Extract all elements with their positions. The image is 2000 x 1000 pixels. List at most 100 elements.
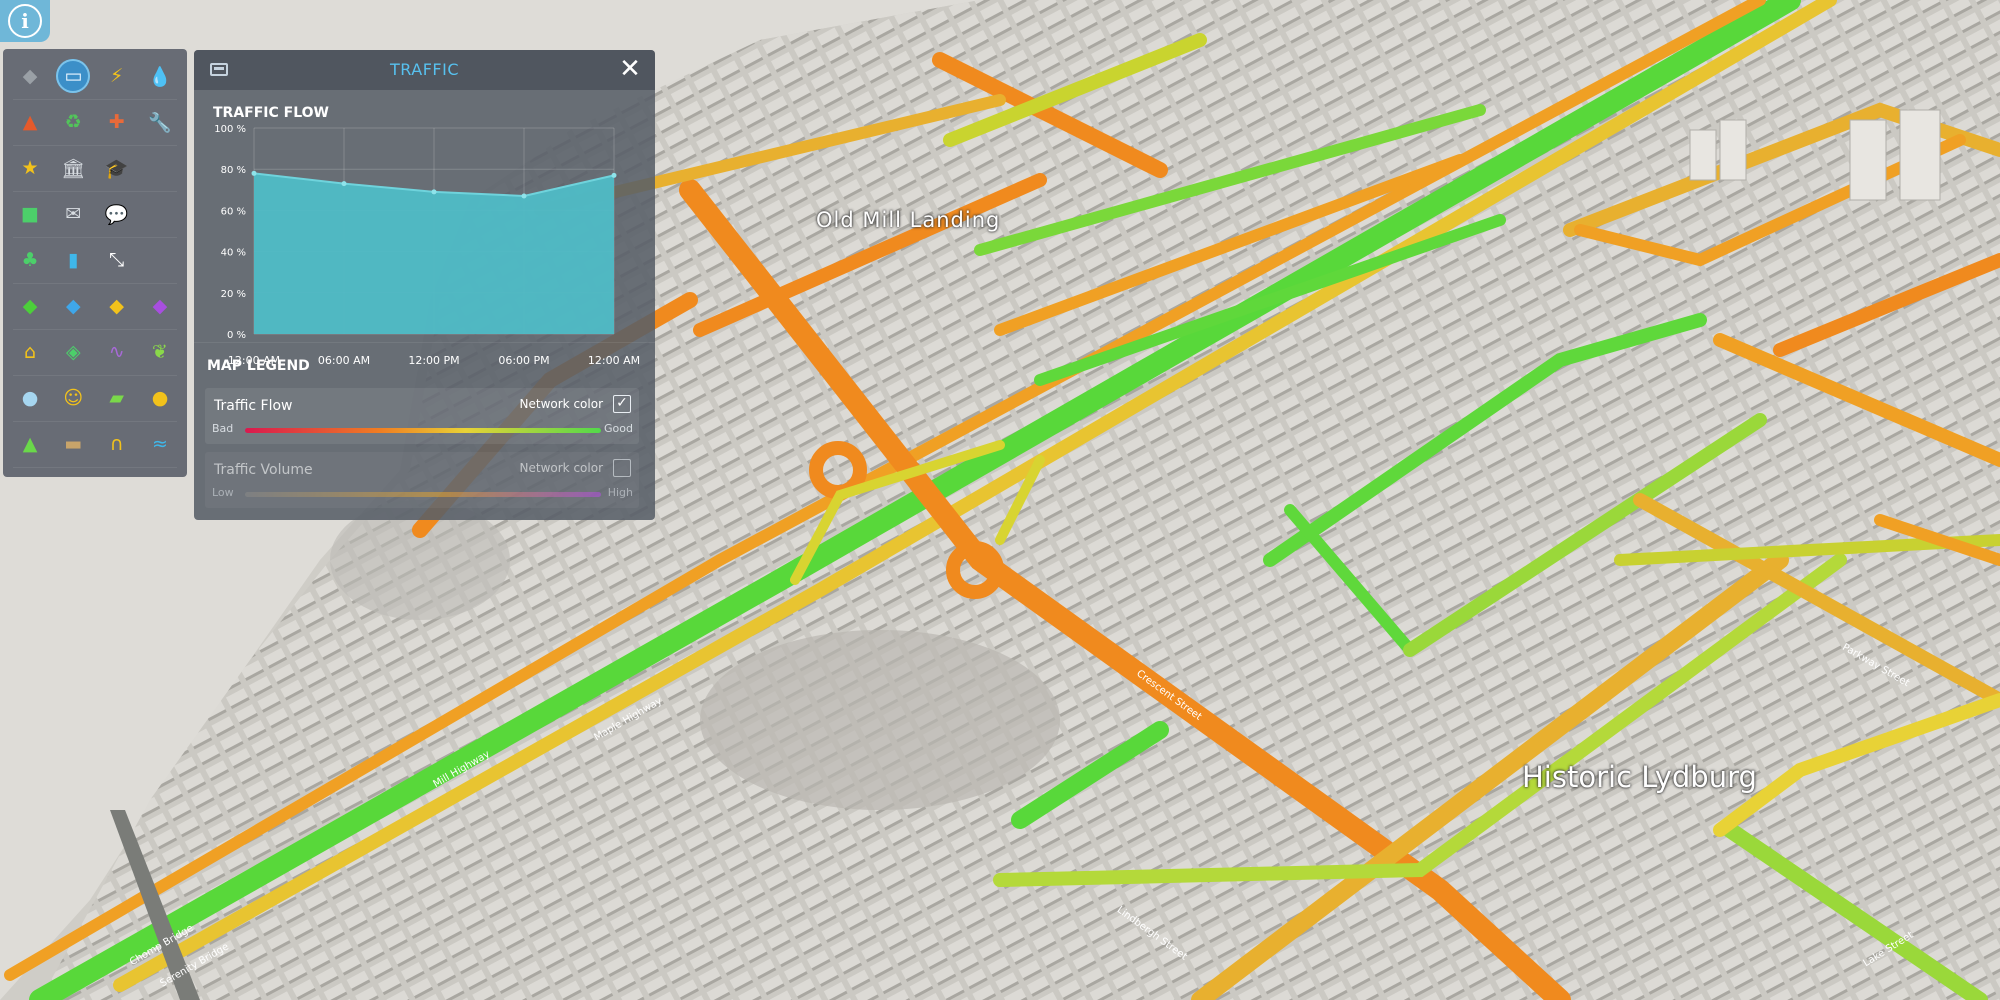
gradient-high-label: High: [607, 486, 633, 499]
district-label-old-mill-landing: Old Mill Landing: [816, 208, 1001, 232]
traffic-panel: TRAFFIC ✕ TRAFFIC FLOW 0 % 20 % 40 % 60 % 80…: [194, 50, 655, 520]
museum-button[interactable]: 🏛: [56, 151, 90, 185]
y-tick-label: 40 %: [221, 248, 246, 259]
nature-button[interactable]: ❦: [143, 335, 177, 369]
recycle-icon: ♻: [64, 111, 82, 133]
y-tick-label: 80 %: [221, 165, 246, 176]
road-icon: ◆: [22, 65, 38, 87]
gradient-low-label: Low: [212, 486, 234, 499]
traffic-icon: ▭: [64, 65, 83, 87]
police-button[interactable]: ★: [13, 151, 47, 185]
office-zone-button[interactable]: ◆: [100, 289, 134, 323]
gradient-low-label: Bad: [212, 422, 234, 435]
fire-button[interactable]: ▲: [13, 105, 47, 139]
commercial-zone-button[interactable]: ◆: [56, 289, 90, 323]
map-legend-title: MAP LEGEND: [207, 358, 310, 374]
network-color-checkbox-traffic-volume[interactable]: [613, 459, 631, 477]
commercial-zone-icon: ◆: [66, 295, 81, 317]
traffic-flow-gradient: [245, 428, 601, 433]
terrain-icon: ▲: [22, 433, 38, 455]
x-tick-label: 06:00 AM: [318, 354, 370, 367]
bus-button[interactable]: ■: [13, 197, 47, 231]
worker-button[interactable]: ●: [143, 381, 177, 415]
gradient-high-label: Good: [604, 422, 633, 435]
data-point: [341, 181, 347, 187]
chat-icon: 💬: [104, 203, 129, 226]
x-tick-label: 06:00 PM: [498, 354, 549, 367]
education-button[interactable]: 🎓: [100, 151, 134, 185]
citizen-icon: ●: [21, 387, 39, 409]
y-tick-label: 20 %: [221, 289, 246, 300]
data-point: [431, 189, 437, 195]
industrial-zone-icon: ◆: [152, 295, 168, 317]
transfer-icon: ⤡: [109, 249, 125, 271]
toolbar-row: ▲ ▬ ∩ ≈: [13, 421, 177, 468]
electricity-button[interactable]: ⚡: [100, 59, 134, 93]
toolbar-row: ★ 🏛 🎓: [13, 145, 177, 192]
residential-zone-icon: ◆: [22, 295, 38, 317]
toolbar-row: ◆ ▭ ⚡ 💧: [13, 53, 177, 100]
bus-icon: ■: [21, 203, 39, 225]
money-button[interactable]: ▰: [100, 381, 134, 415]
water-button[interactable]: 💧: [143, 59, 177, 93]
education-icon: 🎓: [104, 157, 129, 180]
toolbar-row: ◆ ◆ ◆ ◆: [13, 283, 177, 330]
residential-zone-button[interactable]: ◆: [13, 289, 47, 323]
pollution-button[interactable]: ∿: [100, 335, 134, 369]
toolbar-row: ♣ ▮ ⤡: [13, 237, 177, 284]
legend-label: Traffic Flow: [214, 398, 293, 414]
data-point: [251, 170, 257, 176]
wrench-icon: 🔧: [148, 111, 172, 134]
terrain-button[interactable]: ▲: [13, 427, 47, 461]
groundwater-button[interactable]: ≈: [143, 427, 177, 461]
toolbar-row: ▲ ♻ ✚ 🔧: [13, 99, 177, 146]
road-button[interactable]: ◆: [13, 59, 47, 93]
recycle-button[interactable]: ♻: [56, 105, 90, 139]
industrial-zone-button[interactable]: ◆: [143, 289, 177, 323]
happiness-icon: ☺: [63, 387, 84, 409]
traffic-button[interactable]: ▭: [56, 59, 91, 93]
legend-label: Traffic Volume: [214, 462, 313, 478]
mail-button[interactable]: ✉: [56, 197, 90, 231]
house-button[interactable]: ⌂: [13, 335, 47, 369]
panel-header[interactable]: TRAFFIC ✕: [194, 50, 655, 90]
house-icon: ⌂: [23, 341, 37, 363]
toolbar-row: ■ ✉ 💬: [13, 191, 177, 238]
toolbar-row: ● ☺ ▰ ●: [13, 375, 177, 422]
y-tick-label: 0 %: [227, 330, 246, 341]
traffic-flow-area: [254, 173, 614, 334]
health-button[interactable]: ✚: [100, 105, 134, 139]
police-icon: ★: [21, 157, 39, 179]
noise-button[interactable]: ∩: [100, 427, 134, 461]
transfer-button[interactable]: ⤡: [100, 243, 134, 277]
close-icon: ✕: [619, 54, 641, 84]
infoview-toolbar: ◆ ▭ ⚡ 💧 ▲ ♻ ✚ 🔧 ★ 🏛 🎓 ■ ✉ 💬 ♣ ▮ ⤡ ◆ ◆ ◆ ◆ ⌂ ◈ ∿ ❦ ● ☺ ▰ ● ▲ ▬ ∩ ≈: [3, 49, 187, 477]
district-label-historic-lydburg: Historic Lydburg: [1522, 760, 1757, 794]
soil-icon: ▬: [64, 433, 83, 455]
legend-row-traffic-flow: Traffic Flow Network color ✓ Bad Good: [205, 388, 639, 444]
money-icon: ▰: [109, 387, 124, 409]
office-zone-icon: ◆: [109, 295, 124, 317]
toolbar-row: ⌂ ◈ ∿ ❦: [13, 329, 177, 376]
noise-icon: ∩: [109, 433, 124, 455]
chat-button[interactable]: 💬: [100, 197, 134, 231]
electricity-icon: ⚡: [109, 65, 124, 87]
x-tick-label: 12:00 PM: [408, 354, 459, 367]
soil-button[interactable]: ▬: [56, 427, 90, 461]
wrench-button[interactable]: 🔧: [143, 105, 177, 139]
close-button[interactable]: ✕: [617, 56, 643, 82]
health-icon: ✚: [108, 111, 125, 133]
info-icon: i: [8, 4, 42, 38]
network-color-checkbox-traffic-flow[interactable]: ✓: [613, 395, 631, 413]
mail-icon: ✉: [65, 203, 82, 225]
x-tick-label: 12:00 AM: [588, 354, 640, 367]
happiness-button[interactable]: ☺: [56, 381, 90, 415]
land-value-button[interactable]: ◈: [56, 335, 90, 369]
park-button[interactable]: ♣: [13, 243, 47, 277]
legend-row-traffic-volume: Traffic Volume Network color Low High: [205, 452, 639, 508]
citizen-button[interactable]: ●: [13, 381, 47, 415]
y-tick-label: 60 %: [221, 206, 246, 217]
info-button[interactable]: i: [0, 0, 50, 42]
panel-title: TRAFFIC: [390, 60, 459, 79]
trash-button[interactable]: ▮: [56, 243, 90, 277]
